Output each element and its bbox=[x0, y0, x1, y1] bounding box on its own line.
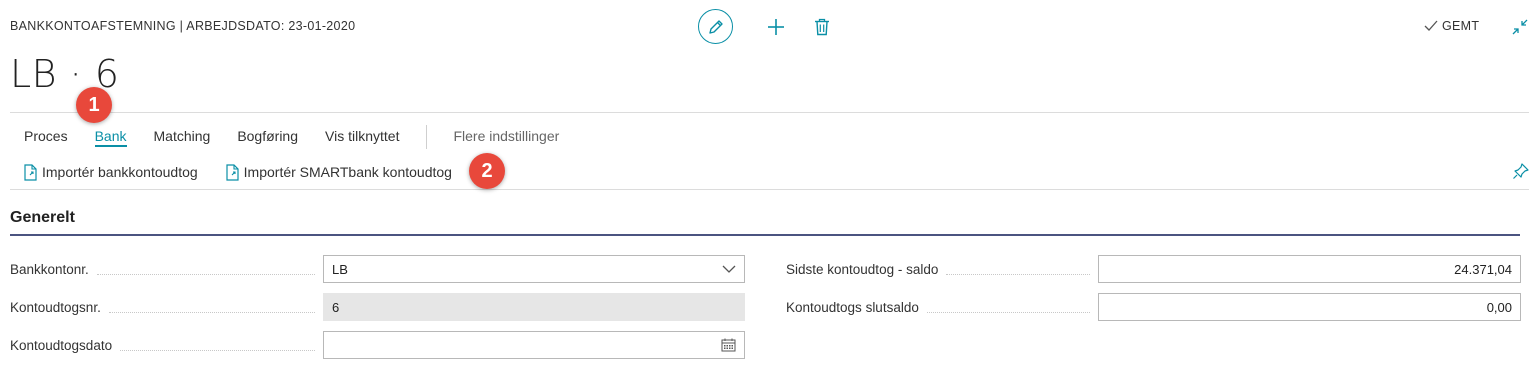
tab-vis-tilknyttet[interactable]: Vis tilknyttet bbox=[325, 127, 399, 147]
saved-status: GEMT bbox=[1423, 19, 1479, 33]
trash-icon bbox=[815, 18, 829, 35]
field-sidste-saldo: Sidste kontoudtog - saldo 24.371,04 bbox=[786, 255, 1521, 283]
import-bank-statement-label: Importér bankkontoudtog bbox=[42, 164, 198, 180]
calendar-icon[interactable] bbox=[721, 338, 736, 352]
leader-dots bbox=[120, 339, 315, 351]
kontoudtogsnr-value: 6 bbox=[332, 299, 340, 315]
page-caption: BANKKONTOAFSTEMNING | ARBEJDSDATO: 23-01… bbox=[10, 19, 356, 33]
bankkontonr-label: Bankkontonr. bbox=[10, 261, 89, 277]
leader-dots bbox=[108, 301, 315, 313]
new-button[interactable] bbox=[763, 14, 789, 40]
actions-divider bbox=[10, 189, 1529, 190]
slutsaldo-value: 0,00 bbox=[1486, 299, 1512, 315]
collapse-icon bbox=[1512, 19, 1528, 35]
edit-button[interactable] bbox=[698, 9, 733, 44]
tab-proces[interactable]: Proces bbox=[24, 127, 68, 147]
bankkontonr-value: LB bbox=[332, 261, 348, 277]
field-slutsaldo: Kontoudtogs slutsaldo 0,00 bbox=[786, 293, 1521, 321]
field-sidste-saldo bbox=[786, 227, 1521, 255]
kontoudtogsnr-field: 6 bbox=[323, 293, 745, 321]
section-title-generelt[interactable]: Generelt bbox=[10, 209, 75, 227]
document-import-icon bbox=[24, 163, 37, 181]
checkmark-icon bbox=[1424, 20, 1438, 31]
kontoudtogsnr-label: Kontoudtogsnr. bbox=[10, 299, 101, 315]
annotation-badge-2: 2 bbox=[469, 153, 505, 189]
delete-button[interactable] bbox=[809, 14, 835, 40]
pin-button[interactable] bbox=[1512, 162, 1530, 185]
action-tabs: Proces Bank Matching Bogføring Vis tilkn… bbox=[24, 125, 586, 149]
tab-bogforing[interactable]: Bogføring bbox=[237, 127, 298, 147]
sidste-saldo-input[interactable]: 24.371,04 bbox=[1098, 255, 1521, 283]
import-smartbank-statement-label: Importér SMARTbank kontoudtog bbox=[243, 164, 452, 180]
action-bar: Importér bankkontoudtog Importér SMARTba… bbox=[24, 161, 480, 183]
chevron-down-icon bbox=[722, 265, 736, 273]
leader-dots bbox=[96, 263, 315, 275]
tab-separator bbox=[426, 125, 428, 149]
leader-dots bbox=[946, 263, 1090, 275]
document-import-icon bbox=[226, 163, 239, 181]
field-bankkontonr bbox=[10, 227, 745, 255]
top-action-bar bbox=[698, 9, 835, 44]
pencil-icon bbox=[708, 19, 723, 34]
field-kontoudtogsnr: Kontoudtogsnr. 6 bbox=[10, 293, 745, 321]
header-divider bbox=[10, 112, 1529, 113]
field-bankkontonr: Bankkontonr. LB bbox=[10, 255, 745, 283]
import-smartbank-statement-button[interactable]: Importér SMARTbank kontoudtog bbox=[226, 161, 452, 183]
kontoudtogsdato-label: Kontoudtogsdato bbox=[10, 337, 113, 353]
import-bank-statement-button[interactable]: Importér bankkontoudtog bbox=[24, 161, 198, 183]
collapse-button[interactable] bbox=[1511, 18, 1529, 41]
tab-bank[interactable]: Bank bbox=[94, 127, 127, 147]
leader-dots bbox=[926, 301, 1090, 313]
annotation-badge-1: 1 bbox=[76, 87, 112, 123]
sidste-saldo-value: 24.371,04 bbox=[1454, 261, 1512, 277]
bankkontonr-select[interactable]: LB bbox=[323, 255, 745, 283]
tab-matching[interactable]: Matching bbox=[154, 127, 211, 147]
sidste-saldo-label: Sidste kontoudtog - saldo bbox=[786, 261, 939, 277]
tab-more-settings[interactable]: Flere indstillinger bbox=[453, 127, 559, 147]
saved-label: GEMT bbox=[1442, 19, 1480, 33]
field-kontoudtogsdato: Kontoudtogsdato bbox=[10, 331, 745, 359]
slutsaldo-input[interactable]: 0,00 bbox=[1098, 293, 1521, 321]
bank-reconciliation-page: BANKKONTOAFSTEMNING | ARBEJDSDATO: 23-01… bbox=[0, 0, 1539, 383]
pin-icon bbox=[1513, 163, 1529, 179]
plus-icon bbox=[768, 18, 784, 35]
kontoudtogsdato-input[interactable] bbox=[323, 331, 745, 359]
slutsaldo-label: Kontoudtogs slutsaldo bbox=[786, 299, 919, 315]
